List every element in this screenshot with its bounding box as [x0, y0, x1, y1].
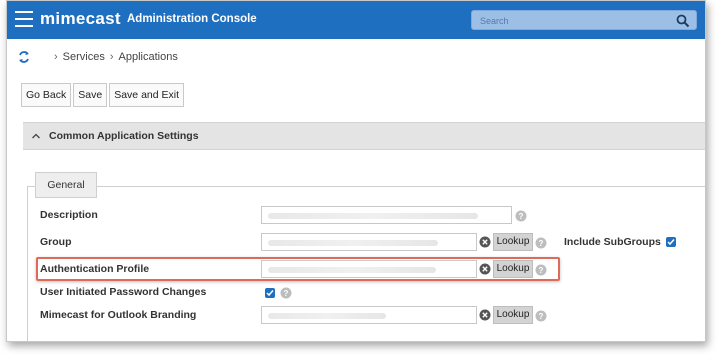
help-icon[interactable]: ?	[280, 287, 292, 299]
help-icon[interactable]: ?	[535, 310, 547, 322]
include-subgroups-checkbox[interactable]	[666, 237, 676, 247]
include-subgroups-label: Include SubGroups	[564, 236, 661, 248]
svg-text:?: ?	[519, 212, 524, 221]
svg-text:?: ?	[539, 312, 544, 321]
refresh-icon[interactable]	[17, 50, 31, 64]
search-icon[interactable]	[676, 14, 690, 28]
description-label: Description	[40, 209, 98, 221]
highlight-box	[36, 257, 560, 281]
action-toolbar: Go Back Save Save and Exit	[21, 83, 186, 107]
svg-text:?: ?	[284, 289, 289, 298]
group-field[interactable]	[261, 233, 477, 251]
go-back-button[interactable]: Go Back	[21, 83, 72, 107]
description-field[interactable]	[261, 206, 512, 224]
breadcrumb: › Services › Applications	[17, 49, 178, 65]
section-header[interactable]: Common Application Settings	[23, 122, 705, 150]
hamburger-menu-icon[interactable]	[15, 11, 33, 27]
clear-icon[interactable]	[479, 309, 491, 321]
help-icon[interactable]: ?	[535, 237, 547, 249]
app-window: mimecast Administration Console › Servic…	[6, 0, 706, 342]
group-lookup-button[interactable]: Lookup	[493, 233, 533, 251]
chevron-up-icon	[32, 133, 40, 139]
svg-text:?: ?	[539, 239, 544, 248]
breadcrumb-separator: ›	[54, 51, 58, 63]
save-button[interactable]: Save	[73, 83, 108, 107]
breadcrumb-applications[interactable]: Applications	[119, 51, 178, 63]
breadcrumb-separator: ›	[109, 51, 114, 63]
user-initiated-password-changes-label: User Initiated Password Changes	[40, 286, 207, 298]
help-icon[interactable]: ?	[515, 210, 527, 222]
group-label: Group	[40, 236, 72, 248]
top-bar: mimecast Administration Console	[7, 1, 705, 39]
clear-icon[interactable]	[479, 236, 491, 248]
tab-general[interactable]: General	[35, 172, 97, 198]
user-initiated-password-changes-checkbox[interactable]	[265, 288, 275, 298]
section-title: Common Application Settings	[49, 130, 199, 142]
search-input[interactable]	[472, 12, 662, 30]
save-and-exit-button[interactable]: Save and Exit	[109, 83, 185, 107]
outlook-branding-label: Mimecast for Outlook Branding	[40, 309, 197, 321]
outlook-branding-field[interactable]	[261, 306, 477, 324]
breadcrumb-services[interactable]: Services	[63, 51, 105, 63]
brand-logo: mimecast	[40, 9, 121, 28]
console-title: Administration Console	[127, 13, 257, 25]
outlook-branding-lookup-button[interactable]: Lookup	[493, 306, 533, 324]
search-box	[471, 10, 697, 30]
